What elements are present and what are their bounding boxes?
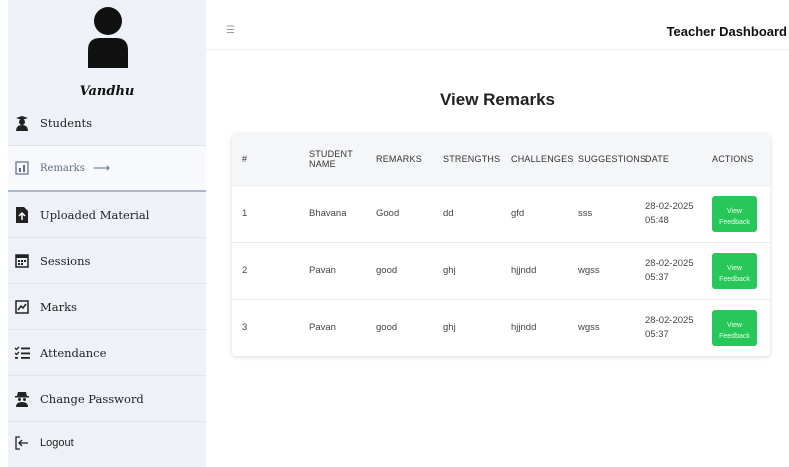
suggestions-cell: wgss bbox=[578, 265, 600, 276]
menu-toggle-icon[interactable]: ☰ bbox=[226, 25, 235, 36]
sidebar-item-label: Attendance bbox=[40, 345, 107, 360]
app-title: Teacher Dashboard bbox=[666, 24, 787, 39]
actions-cell: View Feedback bbox=[702, 242, 770, 299]
column-header: SUGGESTIONS bbox=[578, 154, 647, 165]
profile: Vandhu bbox=[8, 0, 206, 100]
sidebar-item-sessions[interactable]: Sessions bbox=[8, 238, 206, 284]
student-name: Bhavana bbox=[309, 208, 347, 219]
upload-file-icon bbox=[14, 206, 30, 223]
sidebar-item-marks[interactable]: Marks bbox=[8, 284, 206, 330]
time-value: 05:37 bbox=[645, 271, 669, 283]
column-header: ACTIONS bbox=[712, 154, 754, 165]
remarks-table: # STUDENT NAME REMARKS STRENGTHS CHALLEN… bbox=[232, 134, 770, 356]
sidebar-item-label: Uploaded Material bbox=[40, 207, 150, 222]
remarks-table-card: # STUDENT NAME REMARKS STRENGTHS CHALLEN… bbox=[232, 134, 770, 356]
remarks-icon bbox=[14, 160, 30, 176]
table-header-row: # STUDENT NAME REMARKS STRENGTHS CHALLEN… bbox=[232, 134, 770, 185]
date-value: 28-02-2025 bbox=[645, 200, 694, 212]
user-name: Vandhu bbox=[79, 84, 135, 99]
column-header: CHALLENGES bbox=[511, 154, 574, 165]
table-row: 3 Pavan good ghj hjjndd wgss 28-02-2025 0… bbox=[232, 299, 770, 356]
date-cell: 28-02-2025 05:37 bbox=[635, 242, 702, 299]
spy-icon bbox=[14, 391, 30, 407]
sidebar-item-attendance[interactable]: Attendance bbox=[8, 330, 206, 376]
table-row: 1 Bhavana Good dd gfd sss 28-02-2025 05:4… bbox=[232, 185, 770, 242]
student-name: Pavan bbox=[309, 265, 336, 276]
logout-icon bbox=[14, 435, 30, 451]
remarks-cell: good bbox=[376, 265, 398, 276]
actions-cell: View Feedback bbox=[702, 185, 770, 242]
sidebar-item-label: Students bbox=[40, 115, 93, 130]
challenges-cell: hjjndd bbox=[511, 322, 537, 334]
date-cell: 28-02-2025 05:37 bbox=[635, 299, 702, 356]
remarks-cell: good bbox=[376, 322, 398, 334]
column-header: STUDENT NAME bbox=[309, 149, 353, 170]
sidebar-item-students[interactable]: Students bbox=[8, 100, 206, 146]
top-bar: ☰ Teacher Dashboard bbox=[206, 0, 789, 50]
strengths-cell: ghj bbox=[443, 322, 456, 334]
suggestions-cell: sss bbox=[578, 208, 593, 219]
strengths-cell: ghj bbox=[443, 265, 456, 276]
column-header: # bbox=[242, 154, 248, 165]
sidebar-item-uploaded-material[interactable]: Uploaded Material bbox=[8, 192, 206, 238]
calendar-icon bbox=[14, 253, 30, 269]
view-feedback-button[interactable]: View Feedback bbox=[712, 252, 757, 289]
challenges-cell: gfd bbox=[511, 208, 525, 219]
table-row: 2 Pavan good ghj hjjndd wgss 28-02-2025 0… bbox=[232, 242, 770, 299]
sidebar-item-label: Sessions bbox=[40, 253, 91, 268]
challenges-cell: hjjndd bbox=[511, 265, 537, 276]
column-header: STRENGTHS bbox=[443, 154, 501, 165]
student-icon bbox=[14, 115, 30, 131]
checklist-icon bbox=[14, 345, 30, 361]
time-value: 05:48 bbox=[645, 214, 669, 226]
arrow-right-icon: ⟶ bbox=[92, 161, 111, 175]
actions-cell: View Feedback bbox=[702, 299, 770, 356]
suggestions-cell: wgss bbox=[578, 322, 600, 334]
remarks-cell: Good bbox=[376, 208, 400, 219]
row-number: 2 bbox=[242, 265, 248, 276]
row-number: 3 bbox=[242, 322, 248, 334]
time-value: 05:37 bbox=[645, 328, 669, 340]
date-value: 28-02-2025 bbox=[645, 314, 694, 326]
student-name: Pavan bbox=[309, 322, 336, 334]
sidebar-item-label: Change Password bbox=[40, 391, 144, 406]
column-header: DATE bbox=[645, 154, 670, 165]
sidebar-item-label: Remarks bbox=[40, 162, 85, 174]
sidebar-item-label: Logout bbox=[40, 437, 74, 449]
date-cell: 28-02-2025 05:48 bbox=[635, 185, 702, 242]
row-number: 1 bbox=[242, 208, 248, 219]
sidebar-item-label: Marks bbox=[40, 299, 77, 314]
sidebar: Vandhu Students Remarks ⟶ Uploaded Mater… bbox=[8, 0, 206, 467]
strengths-cell: dd bbox=[443, 208, 454, 219]
sidebar-item-logout[interactable]: Logout bbox=[8, 420, 206, 466]
column-header: REMARKS bbox=[376, 154, 422, 165]
view-feedback-button[interactable]: View Feedback bbox=[712, 195, 757, 232]
marks-icon bbox=[14, 299, 30, 315]
sidebar-item-change-password[interactable]: Change Password bbox=[8, 376, 206, 422]
date-value: 28-02-2025 bbox=[645, 257, 694, 269]
view-feedback-button[interactable]: View Feedback bbox=[712, 309, 757, 346]
page-title: View Remarks bbox=[440, 90, 555, 109]
user-avatar-icon bbox=[88, 7, 128, 68]
sidebar-item-remarks[interactable]: Remarks ⟶ bbox=[8, 146, 206, 192]
